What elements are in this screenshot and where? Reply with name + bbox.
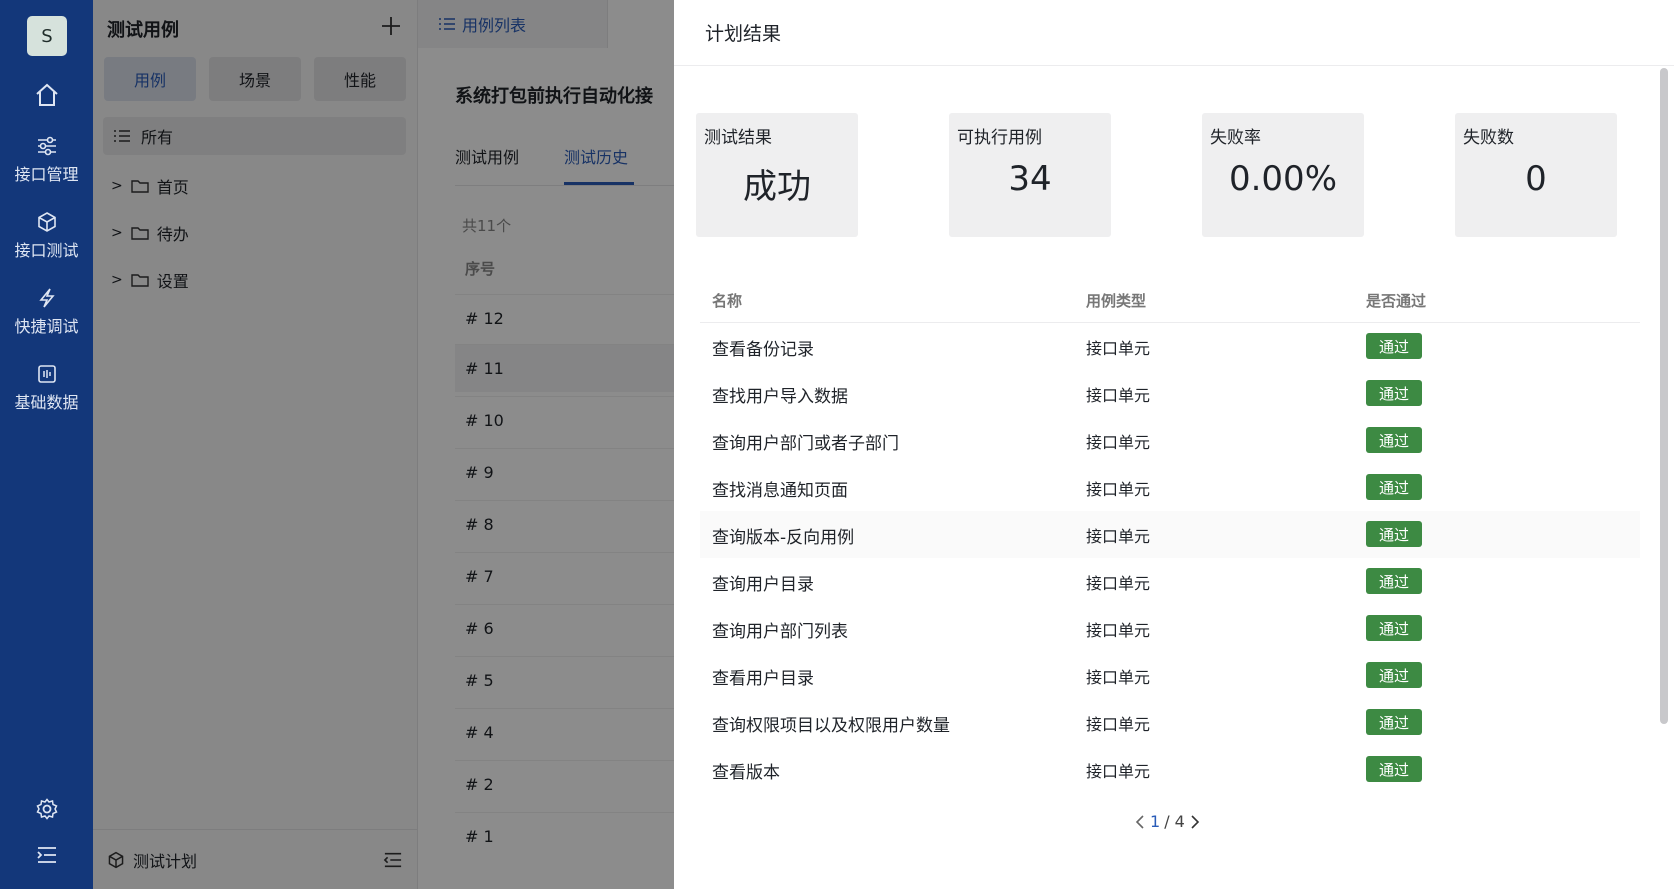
nav-api-management[interactable]: 接口管理 (0, 135, 93, 185)
stat-title: 失败率 (1210, 128, 1261, 148)
column-header-type: 用例类型 (1086, 292, 1147, 310)
case-name: 查询版本-反向用例 (712, 528, 855, 548)
stat-value: 成功 (743, 167, 811, 207)
chevron-right-icon[interactable] (1189, 814, 1201, 830)
case-type: 接口单元 (1086, 762, 1151, 781)
stat-value: 0.00% (1228, 159, 1337, 199)
gear-icon (35, 798, 58, 820)
total-pages: / 4 (1164, 812, 1185, 831)
case-type: 接口单元 (1086, 433, 1151, 452)
case-name: 查询用户目录 (712, 575, 814, 595)
table-row[interactable]: 查看版本 接口单元 通过 (700, 746, 1640, 793)
drawer-title: 计划结果 (674, 0, 1674, 66)
case-name: 查询用户部门或者子部门 (712, 434, 899, 454)
stat-value: 0 (1525, 159, 1547, 199)
nav-quick-debug[interactable]: 快捷调试 (0, 287, 93, 337)
case-name: 查询权限项目以及权限用户数量 (712, 716, 950, 736)
collapse-menu-icon (36, 847, 56, 863)
plan-result-drawer: 计划结果 测试结果 成功 可执行用例 34 失败率 0.00% 失败数 0 名称… (674, 0, 1674, 889)
stat-card-failure-count: 失败数 0 (1455, 113, 1617, 237)
column-header-passed: 是否通过 (1366, 292, 1427, 310)
pagination: 1/ 4 (1134, 812, 1201, 831)
case-name: 查看用户目录 (712, 669, 814, 689)
table-row[interactable]: 查询用户部门列表 接口单元 通过 (700, 605, 1640, 652)
lightning-icon (38, 288, 55, 308)
status-badge: 通过 (1366, 615, 1422, 641)
table-row[interactable]: 查询版本-反向用例 接口单元 通过 (700, 511, 1640, 558)
case-name: 查找消息通知页面 (712, 481, 848, 501)
scrollbar[interactable] (1660, 68, 1668, 724)
modal-backdrop[interactable] (93, 0, 674, 889)
nav-label: 接口管理 (14, 165, 79, 184)
status-badge: 通过 (1366, 568, 1422, 594)
case-type: 接口单元 (1086, 668, 1151, 687)
stat-card-failure-rate: 失败率 0.00% (1202, 113, 1364, 237)
status-badge: 通过 (1366, 333, 1422, 359)
table-row[interactable]: 查看备份记录 接口单元 通过 (700, 323, 1640, 370)
nav-settings[interactable] (0, 797, 93, 821)
sliders-icon (37, 136, 56, 156)
stat-title: 测试结果 (704, 128, 772, 148)
status-badge: 通过 (1366, 709, 1422, 735)
status-badge: 通过 (1366, 662, 1422, 688)
home-icon (35, 83, 58, 106)
database-icon (37, 365, 56, 383)
stat-value: 34 (1008, 159, 1052, 199)
status-badge: 通过 (1366, 756, 1422, 782)
nav-label: 接口测试 (14, 241, 79, 260)
case-name: 查看版本 (712, 763, 780, 783)
status-badge: 通过 (1366, 521, 1422, 547)
nav-base-data[interactable]: 基础数据 (0, 363, 93, 413)
nav-collapse[interactable] (0, 845, 93, 865)
nav-rail: S 接口管理 接口测试 快捷调试 基础数据 (0, 0, 93, 889)
current-page: 1 (1150, 812, 1161, 831)
case-type: 接口单元 (1086, 621, 1151, 640)
case-name: 查询用户部门列表 (712, 622, 848, 642)
case-type: 接口单元 (1086, 480, 1151, 499)
case-type: 接口单元 (1086, 339, 1151, 358)
status-badge: 通过 (1366, 380, 1422, 406)
nav-label: 基础数据 (14, 393, 79, 412)
avatar[interactable]: S (27, 16, 67, 56)
status-badge: 通过 (1366, 427, 1422, 453)
case-type: 接口单元 (1086, 715, 1151, 734)
stat-card-result: 测试结果 成功 (696, 113, 858, 237)
status-badge: 通过 (1366, 474, 1422, 500)
table-row[interactable]: 查看用户目录 接口单元 通过 (700, 652, 1640, 699)
nav-label: 快捷调试 (14, 317, 79, 336)
case-name: 查找用户导入数据 (712, 387, 848, 407)
stat-title: 失败数 (1463, 128, 1514, 148)
column-header-name: 名称 (712, 292, 743, 310)
table-row[interactable]: 查询权限项目以及权限用户数量 接口单元 通过 (700, 699, 1640, 746)
table-row[interactable]: 查询用户目录 接口单元 通过 (700, 558, 1640, 605)
chevron-left-icon[interactable] (1134, 814, 1146, 830)
case-type: 接口单元 (1086, 386, 1151, 405)
table-row[interactable]: 查找消息通知页面 接口单元 通过 (700, 464, 1640, 511)
table-row[interactable]: 查询用户部门或者子部门 接口单元 通过 (700, 417, 1640, 464)
table-row[interactable]: 查找用户导入数据 接口单元 通过 (700, 370, 1640, 417)
nav-api-testing[interactable]: 接口测试 (0, 211, 93, 261)
cube-icon (37, 212, 56, 232)
case-type: 接口单元 (1086, 574, 1151, 593)
stat-card-executable: 可执行用例 34 (949, 113, 1111, 237)
stat-title: 可执行用例 (957, 128, 1042, 148)
case-type: 接口单元 (1086, 527, 1151, 546)
case-name: 查看备份记录 (712, 340, 814, 360)
nav-home[interactable] (0, 82, 93, 112)
